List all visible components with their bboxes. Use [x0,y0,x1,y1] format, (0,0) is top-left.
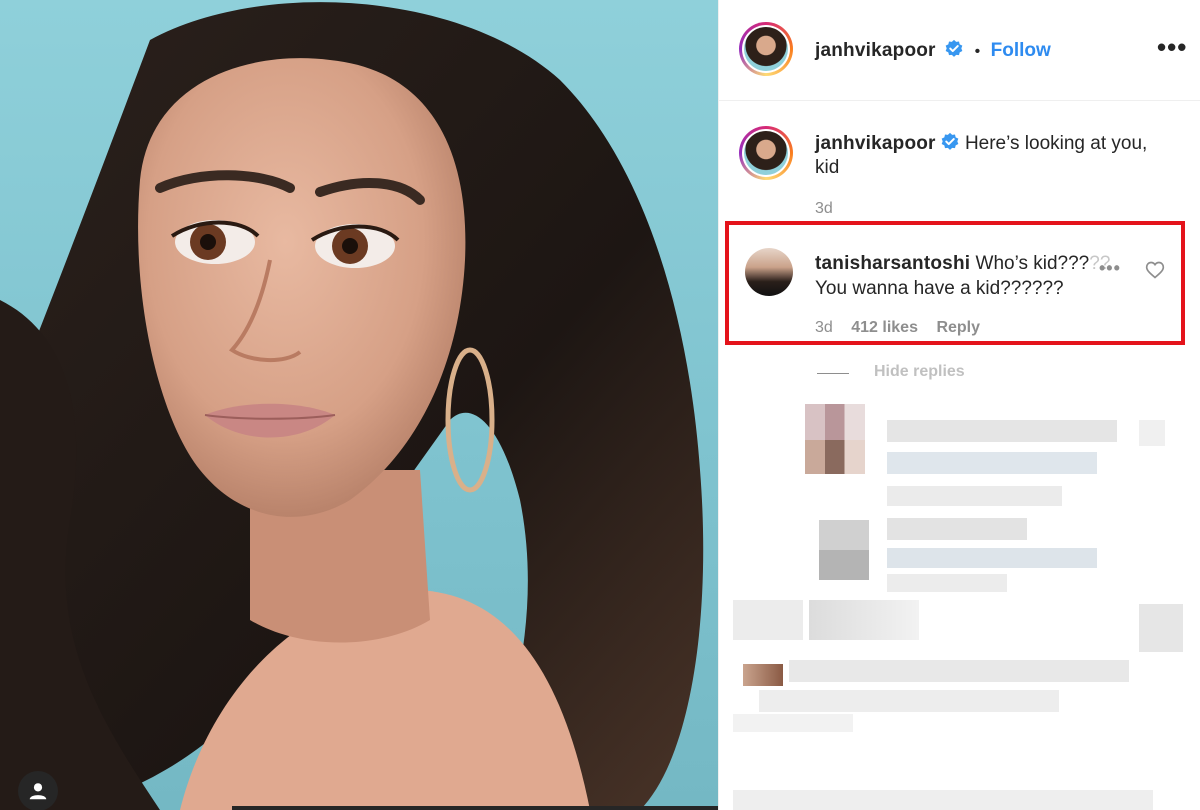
photo-bottom-strip [232,806,718,810]
author-avatar[interactable] [739,22,793,76]
comment-reply-button[interactable]: Reply [936,319,980,336]
comment-text-line1: Who’s kid??? [975,253,1090,274]
author-username[interactable]: janhvikapoor [815,40,936,61]
post-photo[interactable] [0,0,718,810]
commenter-avatar[interactable] [745,248,793,296]
comment-more-options-icon[interactable]: ••• [1099,258,1121,279]
comment-meta-row: 3d 412 likes Reply [815,319,980,337]
comment-text-line2: You wanna have a kid?????? [815,278,1064,299]
post-side-panel: janhvikapoor • Follow ••• janhvikapoor H… [718,0,1200,810]
hide-replies-button[interactable]: Hide replies [874,363,965,381]
caption-timestamp: 3d [815,200,833,217]
heart-outline-icon[interactable] [1145,260,1165,280]
caption-author-username[interactable]: janhvikapoor [815,133,936,154]
comment-timestamp: 3d [815,319,833,336]
verified-badge-icon [941,132,958,150]
portrait-illustration [0,2,704,810]
commenter-username[interactable]: tanisharsantoshi [815,253,970,274]
follow-button[interactable]: Follow [991,40,1051,61]
user-tag-icon[interactable] [18,771,58,810]
caption-author-avatar[interactable] [739,126,793,180]
header-separator: • [974,43,981,60]
replies-divider-line [817,373,849,374]
verified-badge-icon [945,39,963,57]
post-more-options-icon[interactable]: ••• [1157,32,1187,63]
comment-likes[interactable]: 412 likes [851,319,918,336]
post-header: janhvikapoor • Follow ••• [719,0,1200,101]
highlighted-comment: tanisharsantoshi Who’s kid????? You wann… [815,251,1115,301]
caption: janhvikapoor Here’s looking at you, kid [815,132,1175,180]
